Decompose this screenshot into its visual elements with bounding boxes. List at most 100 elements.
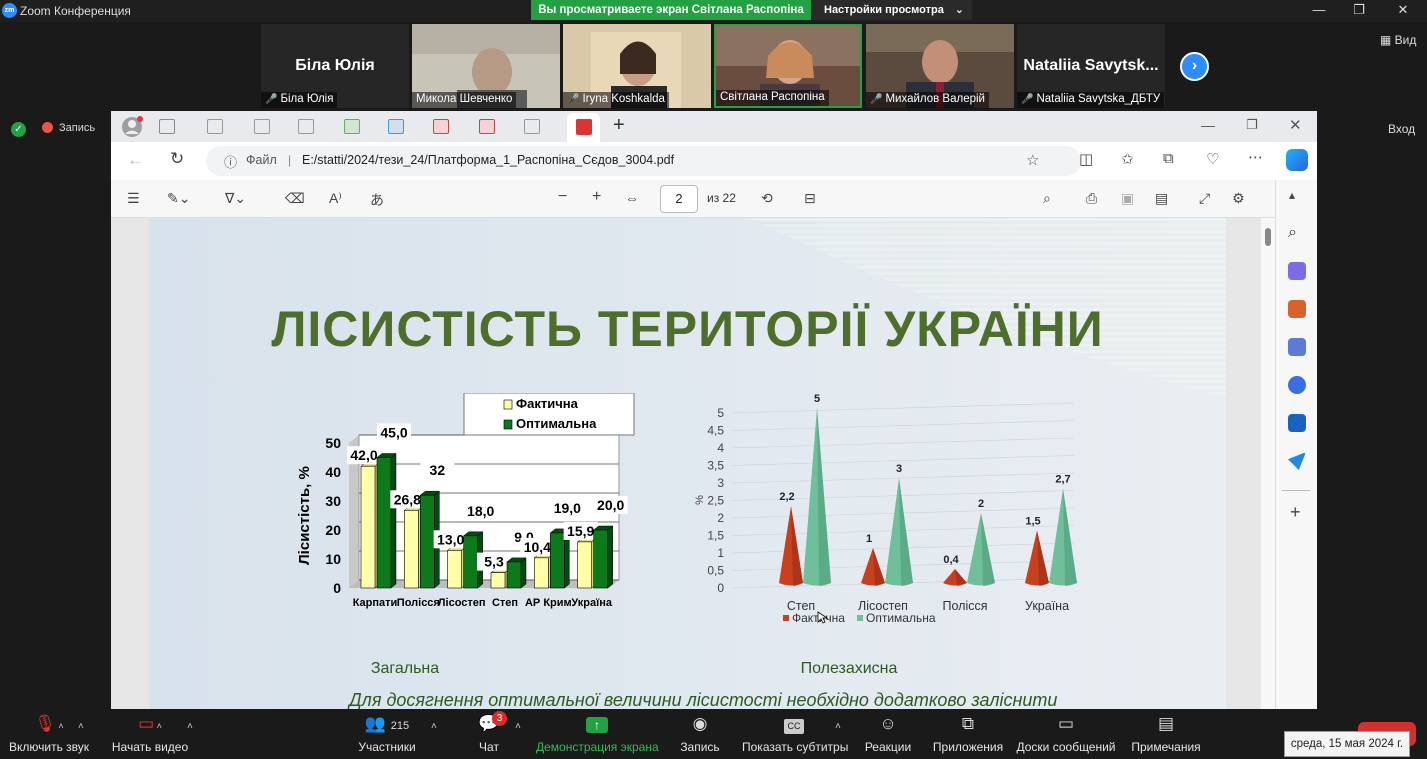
bar-Фактична xyxy=(577,541,592,589)
data-label: 42,0 xyxy=(350,447,377,463)
cone-shade xyxy=(791,506,803,586)
minimize-icon[interactable]: — xyxy=(1304,2,1334,17)
grid-icon: ▦ xyxy=(1380,33,1395,47)
recording-indicator[interactable]: Запись xyxy=(42,122,95,134)
close-icon[interactable]: ✕ xyxy=(1388,2,1418,18)
sidebar-outlook-icon[interactable] xyxy=(1288,414,1306,432)
zoom-logo-icon: zm xyxy=(2,3,17,18)
tab-doc-icon[interactable] xyxy=(388,119,404,134)
tab-sheet-icon[interactable] xyxy=(344,119,360,134)
sidebar-tools-icon[interactable] xyxy=(1288,300,1306,318)
unmute-button[interactable]: 🎙 ˄ Включить звук xyxy=(4,709,94,759)
participant-tile[interactable]: Nataliia Savytsk... 🎤 Nataliia Savytska_Д… xyxy=(1017,24,1165,108)
zoom-in-icon[interactable]: + xyxy=(592,188,601,206)
whiteboards-button[interactable]: ▭ Доски сообщений xyxy=(1014,709,1118,759)
participant-tile[interactable]: 🎤 Михайлов Валерій xyxy=(866,24,1014,108)
zoom-out-icon[interactable]: − xyxy=(558,188,567,206)
fullscreen-icon[interactable]: ⤢ xyxy=(1199,190,1210,207)
shared-browser-window: + — ❐ ✕ ← ↻ ⓘ Файл | E:/statti/2024/тези… xyxy=(111,111,1317,709)
draw-icon[interactable]: ∇⌄ xyxy=(225,190,246,207)
pdf-scrollbar[interactable] xyxy=(1261,218,1275,709)
tab-pdf-icon[interactable] xyxy=(479,119,495,134)
favorite-star-icon[interactable]: ☆ xyxy=(1026,151,1039,169)
bar-Фактична xyxy=(490,572,506,589)
participant-tile[interactable]: 🎤 Iryna Koshkalda xyxy=(563,24,711,108)
tab-strip: + — ❐ ✕ xyxy=(111,111,1317,142)
participant-tile-active-speaker[interactable]: Світлана Распопіна xyxy=(714,24,862,108)
sidebar-m365-icon[interactable] xyxy=(1288,376,1306,394)
tab-pdf-icon[interactable] xyxy=(524,119,540,134)
save-as-icon[interactable]: ▤ xyxy=(1155,190,1168,207)
sidebar-games-icon[interactable] xyxy=(1288,338,1306,356)
favorites-icon[interactable]: ✩ xyxy=(1121,150,1134,168)
start-video-button[interactable]: ▭ ˄ Начать видео xyxy=(110,709,190,759)
reactions-button[interactable]: ☺ Реакции xyxy=(864,709,912,759)
legend-label: Фактична xyxy=(516,396,579,411)
collections-icon[interactable]: ⧉ xyxy=(1163,150,1174,167)
contents-list-icon[interactable]: ☰ xyxy=(127,190,140,207)
page-number-input[interactable]: 2 xyxy=(660,185,698,213)
notes-button[interactable]: ▤ Примечания xyxy=(1130,709,1202,759)
view-options-dropdown[interactable]: Настройки просмотра ⌄ xyxy=(811,0,972,20)
scrollbar-thumb[interactable] xyxy=(1265,228,1271,246)
url-field[interactable]: ⓘ Файл | E:/statti/2024/тези_24/Платформ… xyxy=(206,146,1081,176)
sidebar-add-icon[interactable]: + xyxy=(1290,502,1301,523)
back-icon[interactable]: ← xyxy=(127,150,144,170)
save-icon[interactable]: ▣ xyxy=(1121,190,1134,207)
tab-pdf-icon[interactable] xyxy=(207,119,223,134)
reactions-icon: ☺ xyxy=(879,714,897,733)
highlight-icon[interactable]: ✎⌄ xyxy=(167,190,190,207)
profile-avatar-icon[interactable] xyxy=(121,116,143,138)
active-tab[interactable] xyxy=(567,113,600,142)
browser-minimize-icon[interactable]: — xyxy=(1201,117,1215,133)
fit-width-icon[interactable]: ⇔ xyxy=(625,190,639,206)
y-tick-label: 0 xyxy=(717,581,724,595)
pdf-viewer[interactable]: ЛІСИСТІСТЬ ТЕРИТОРІЇ УКРАЇНИ 0 10 20 30 40 50… xyxy=(111,218,1261,709)
gallery-next-button[interactable]: › xyxy=(1180,52,1209,81)
page-view-icon[interactable]: ⊟ xyxy=(804,190,816,207)
meeting-controls: 🎙 ˄ Включить звук ▭ ˄ Начать видео 👥 215 Уч… xyxy=(0,709,1427,759)
split-screen-icon[interactable]: ◫ xyxy=(1079,150,1093,168)
search-icon[interactable]: ⌕ xyxy=(1043,190,1051,207)
settings-gear-icon[interactable]: ⚙ xyxy=(1232,190,1245,207)
record-button[interactable]: ◉ Запись xyxy=(676,709,724,759)
tab-pdf-icon[interactable] xyxy=(254,119,270,134)
captions-chevron-icon[interactable]: ˄ xyxy=(835,721,841,732)
restore-icon[interactable]: ❐ xyxy=(1344,2,1374,18)
notes-icon: ▤ xyxy=(1157,714,1175,733)
print-icon[interactable]: ⎙ xyxy=(1086,190,1097,207)
scroll-up-icon[interactable]: ▴ xyxy=(1289,188,1295,202)
translate-icon[interactable]: あ xyxy=(370,190,384,210)
browser-restore-icon[interactable]: ❐ xyxy=(1246,117,1258,133)
read-aloud-icon[interactable]: A⁾ xyxy=(329,190,342,207)
more-icon[interactable]: ⋯ xyxy=(1248,148,1263,166)
participants-chevron-icon[interactable]: ˄ xyxy=(431,721,437,732)
show-captions-button[interactable]: CC Показать субтитры xyxy=(742,709,848,759)
view-button[interactable]: ▦ Вид xyxy=(1380,33,1416,47)
participant-display-name: Біла Юлія xyxy=(295,57,375,74)
copilot-icon[interactable] xyxy=(1286,149,1308,171)
participant-tile[interactable]: Біла Юлія 🎤 Біла Юлія xyxy=(261,24,409,108)
extensions-icon[interactable]: ♡ xyxy=(1206,150,1219,168)
shield-check-icon[interactable]: ✓ xyxy=(11,122,26,137)
browser-close-icon[interactable]: ✕ xyxy=(1289,116,1302,134)
reload-icon[interactable]: ↻ xyxy=(170,149,184,169)
tab-actions-icon[interactable] xyxy=(159,119,175,134)
participant-tile[interactable]: Микола Шевченко xyxy=(412,24,560,108)
legend-swatch xyxy=(783,615,789,621)
sidebar-search-icon[interactable]: ⌕ xyxy=(1288,224,1306,242)
share-screen-button[interactable]: ↑ Демонстрация экрана xyxy=(536,709,659,759)
rotate-icon[interactable]: ⟲ xyxy=(761,190,773,207)
participants-button[interactable]: 👥 215 Участники xyxy=(355,709,419,759)
new-tab-icon[interactable]: + xyxy=(613,114,625,137)
chat-chevron-icon[interactable]: ˄ xyxy=(515,721,521,732)
video-options-chevron-icon[interactable]: ˄ xyxy=(187,721,193,732)
tab-pdf-icon[interactable] xyxy=(433,119,449,134)
apps-button[interactable]: ⧉ Приложения xyxy=(930,709,1006,759)
tab-pdf-icon[interactable] xyxy=(298,119,314,134)
audio-options-chevron-icon[interactable]: ˄ xyxy=(78,721,84,732)
enter-button[interactable]: Вход xyxy=(1388,122,1415,136)
eraser-icon[interactable]: ⌫ xyxy=(285,190,305,207)
sidebar-send-icon[interactable] xyxy=(1288,452,1306,470)
sidebar-shopping-icon[interactable] xyxy=(1288,262,1306,280)
